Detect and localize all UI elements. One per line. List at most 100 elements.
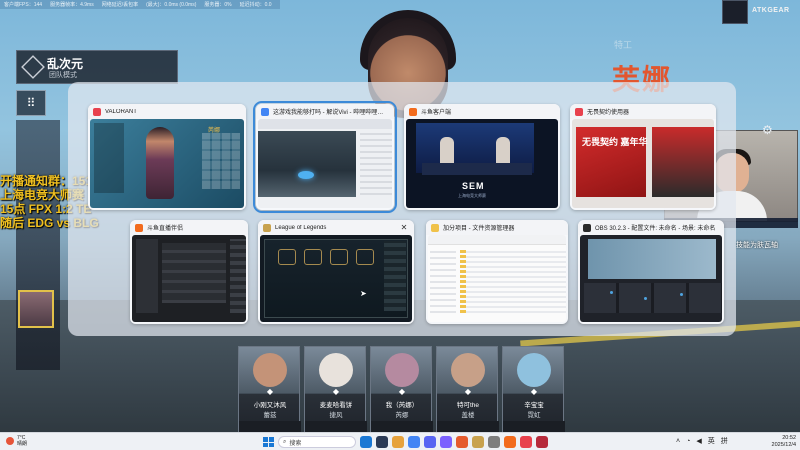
weather-widget[interactable]: 7°C 晴朗 bbox=[6, 435, 27, 447]
league-icon bbox=[263, 223, 271, 232]
chrome-icon bbox=[261, 107, 269, 116]
window-browser-bilibili[interactable]: 这游戏我能够打吗 - 解说Vivi - 哔哩哔哩直播，二次元弹幕直播平台 bbox=[253, 101, 397, 213]
taskbar-app-icon[interactable] bbox=[456, 436, 468, 448]
window-douyu-client[interactable]: 斗鱼客户端 SEM 上海电竞大师赛 bbox=[404, 104, 560, 210]
thumb-mode-box bbox=[278, 249, 296, 265]
window-obs[interactable]: OBS 30.2.3 - 配置文件: 未命名 - 场景: 未命名 bbox=[578, 220, 724, 324]
thumb-side-art bbox=[652, 127, 714, 197]
taskbar-app-icon[interactable] bbox=[392, 436, 404, 448]
douyu-icon bbox=[135, 223, 143, 232]
taskbar: 7°C 晴朗 ⌕ 搜索 ˄ ◔ ◀ 英 拼 20:52 2025/12/4 bbox=[0, 432, 800, 450]
thumb-agent-grid bbox=[202, 133, 240, 189]
taskbar-app-icon[interactable] bbox=[408, 436, 420, 448]
agent-card-footer bbox=[371, 421, 433, 432]
window-title: 斗鱼直播伴侣 bbox=[147, 226, 184, 232]
player-avatar bbox=[18, 290, 54, 328]
agent-hero-name: 盖楼 bbox=[461, 412, 475, 419]
agent-card[interactable]: ◆ 辛宝宝 霓虹 bbox=[502, 346, 565, 432]
agent-player-name: 辛宝宝 bbox=[524, 402, 544, 409]
system-tray: ˄ ◔ ◀ 英 拼 bbox=[676, 436, 728, 446]
taskbar-app-icon[interactable] bbox=[504, 436, 516, 448]
role-icon: ◆ bbox=[266, 387, 274, 396]
thumb-indicator bbox=[644, 297, 647, 300]
thumb-banner-text: 无畏契约 嘉年华 bbox=[582, 137, 648, 147]
thumb-mode-box bbox=[356, 249, 374, 265]
hero-label: 特工 bbox=[614, 40, 633, 50]
agent-card[interactable]: ◆ 麦麦哈看饼 捷风 bbox=[304, 346, 367, 432]
window-title: 这游戏我能够打吗 - 解说Vivi - 哔哩哔哩直播，二次元弹幕直播平台 bbox=[273, 110, 389, 116]
window-thumbnail bbox=[132, 235, 246, 322]
window-valorant[interactable]: VALORANT 芮娜 bbox=[88, 104, 246, 210]
role-icon: ◆ bbox=[464, 387, 472, 396]
window-header: 这游戏我能够打吗 - 解说Vivi - 哔哩哔哩直播，二次元弹幕直播平台 bbox=[256, 104, 394, 119]
window-header: OBS 30.2.3 - 配置文件: 未命名 - 场景: 未命名 bbox=[578, 220, 724, 235]
taskbar-app-icon[interactable] bbox=[536, 436, 548, 448]
perf-network: 网络延迟/丢包率 bbox=[101, 2, 139, 8]
window-header: 斗鱼直播伴侣 bbox=[130, 220, 248, 235]
perf-max: (最大)：0.0ms (0.0ms) bbox=[146, 2, 197, 8]
clock[interactable]: 20:52 2025/12/4 bbox=[766, 435, 796, 449]
taskbar-app-icon[interactable] bbox=[424, 436, 436, 448]
agent-card[interactable]: ◆ 我（芮娜） 芮娜 bbox=[370, 346, 433, 432]
obs-icon bbox=[583, 223, 591, 232]
taskbar-search[interactable]: ⌕ 搜索 bbox=[278, 436, 356, 448]
window-header: 斗鱼客户端 bbox=[404, 104, 560, 119]
window-header: 无畏契约使用器 bbox=[570, 104, 716, 119]
thumb-tabbar bbox=[258, 119, 392, 129]
perf-jitter: 延迟抖动：0.0 bbox=[239, 2, 272, 8]
folder-icon bbox=[431, 223, 439, 232]
valorant-icon bbox=[93, 107, 101, 116]
role-icon: ◆ bbox=[398, 387, 406, 396]
input-language[interactable]: 英 bbox=[708, 436, 715, 446]
brand-logo-icon bbox=[722, 0, 748, 24]
role-icon: ◆ bbox=[332, 387, 340, 396]
taskbar-app-icon[interactable] bbox=[440, 436, 452, 448]
window-thumbnail bbox=[580, 235, 722, 322]
settings-gear-icon[interactable]: ⚙ bbox=[762, 123, 773, 137]
agent-card[interactable]: ◆ 小刚又沐风 蕾兹 bbox=[238, 346, 301, 432]
window-file-explorer[interactable]: 加分项目 - 文件资源管理器 bbox=[426, 220, 568, 324]
agent-card-footer bbox=[437, 421, 499, 432]
agent-card-footer bbox=[239, 421, 301, 432]
chevron-up-icon[interactable]: ˄ bbox=[676, 438, 680, 445]
agent-card-footer bbox=[305, 421, 367, 432]
taskbar-app-icon[interactable] bbox=[360, 436, 372, 448]
window-thumbnail: ➤ bbox=[260, 235, 412, 322]
agent-player-name: 小刚又沐风 bbox=[253, 402, 287, 409]
window-thumbnail: 无畏契约 嘉年华 bbox=[572, 119, 714, 208]
taskbar-app-icon[interactable] bbox=[376, 436, 388, 448]
team-banner: 乱次元 团队模式 bbox=[16, 50, 178, 84]
taskbar-app-icon[interactable] bbox=[520, 436, 532, 448]
wifi-icon[interactable]: ◔ bbox=[686, 438, 690, 445]
thumb-highlight bbox=[298, 171, 314, 179]
ime-mode[interactable]: 拼 bbox=[721, 436, 728, 446]
window-title: 无畏契约使用器 bbox=[587, 110, 630, 116]
performance-bar: 客户端FPS：144 服务器帧率：4.9ms 网络延迟/丢包率 (最大)：0.0… bbox=[0, 0, 280, 9]
weather-icon bbox=[6, 437, 14, 445]
search-icon: ⌕ bbox=[283, 438, 287, 445]
thumb-desk bbox=[422, 163, 532, 175]
thumb-event-sub: 上海电竞大师赛 bbox=[458, 193, 486, 198]
thumb-chat bbox=[360, 133, 392, 195]
thumb-event-logo: SEM bbox=[462, 181, 485, 191]
agent-hero-name: 蕾兹 bbox=[263, 412, 277, 419]
window-douyu-companion[interactable]: 斗鱼直播伴侣 bbox=[130, 220, 248, 324]
agent-card[interactable]: ◆ 特可the 盖楼 bbox=[436, 346, 499, 432]
taskbar-app-icon[interactable] bbox=[472, 436, 484, 448]
taskbar-app-icon[interactable] bbox=[488, 436, 500, 448]
thumb-mode-box bbox=[330, 249, 348, 265]
start-button[interactable] bbox=[262, 436, 274, 448]
douyu-icon bbox=[409, 107, 417, 116]
agent-card-footer bbox=[503, 421, 565, 432]
perf-fps: 客户端FPS：144 bbox=[4, 2, 43, 8]
window-league-of-legends[interactable]: League of Legends ✕ ➤ bbox=[258, 220, 414, 324]
role-icon: ◆ bbox=[530, 387, 538, 396]
thumb-indicator bbox=[610, 291, 613, 294]
close-icon[interactable]: ✕ bbox=[399, 223, 409, 232]
window-valorant-launcher[interactable]: 无畏契约使用器 无畏契约 嘉年华 bbox=[570, 104, 716, 210]
grid-menu-button[interactable]: ⠿ bbox=[16, 90, 46, 116]
volume-icon[interactable]: ◀ bbox=[696, 437, 701, 445]
thumb-panel bbox=[94, 123, 124, 193]
thumb-folder-tree bbox=[430, 247, 456, 313]
thumb-panel bbox=[136, 239, 158, 313]
